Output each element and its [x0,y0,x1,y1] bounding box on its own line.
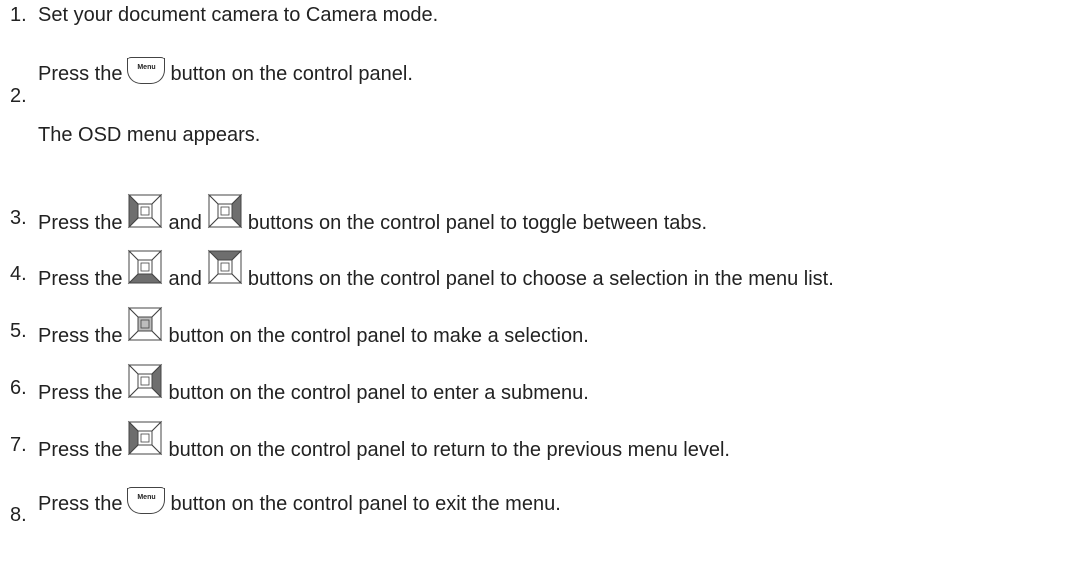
step-text-before: Press the [38,325,123,347]
dpad-center-segment [137,203,153,219]
dpad-center-segment [217,259,233,275]
menu-button-icon: Menu [127,487,166,514]
menu-button-icon: Menu [127,57,166,84]
step-number: 1. [10,4,27,26]
dpad-center-icon [127,306,163,348]
step-number: 2. [10,85,27,107]
step-text-before: Press the [38,493,123,515]
step-number: 3. [10,207,27,229]
step-text-mid: and [168,268,202,290]
dpad-up-icon [207,249,243,291]
step-number: 4. [10,263,27,285]
step-text-mid: and [168,212,202,234]
dpad-left-icon [127,420,163,462]
step-2-note: The OSD menu appears. [38,124,261,146]
step-text-after: button on the control panel to exit the … [170,493,561,515]
step-text-after: button on the control panel to make a se… [168,325,589,347]
dpad-left-icon [127,193,163,235]
dpad-center-segment [137,373,153,389]
step-number: 7. [10,434,27,456]
step-number: 8. [10,504,27,526]
dpad-center-segment [137,316,153,332]
dpad-center-segment [137,259,153,275]
step-text-after: buttons on the control panel to choose a… [247,268,834,290]
step-text-after: button on the control panel. [170,63,413,85]
step-text-after: button on the control panel to enter a s… [168,382,589,404]
step-text-before: Press the [38,212,123,234]
dpad-down-icon [127,249,163,291]
step-text: Set your document camera to Camera mode. [38,4,439,26]
dpad-right-icon [207,193,243,235]
dpad-right-icon [127,363,163,405]
dpad-center-segment [217,203,233,219]
step-number: 6. [10,377,27,399]
step-number: 5. [10,320,27,342]
dpad-center-segment [137,430,153,446]
step-text-before: Press the [38,268,123,290]
step-text-before: Press the [38,382,123,404]
step-text-after: buttons on the control panel to toggle b… [247,212,708,234]
step-text-before: Press the [38,439,123,461]
step-text-before: Press the [38,63,123,85]
step-text-after: button on the control panel to return to… [168,439,730,461]
